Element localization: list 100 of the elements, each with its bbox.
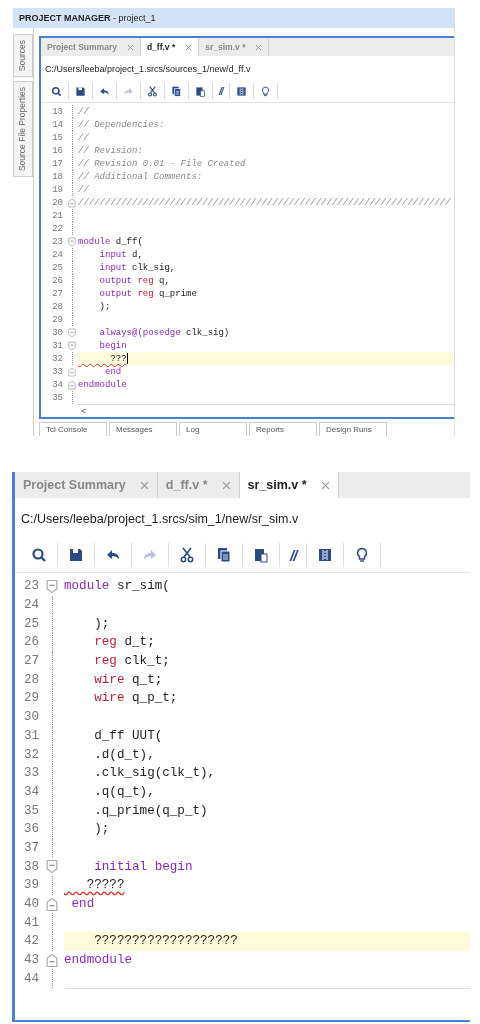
bottom-tab[interactable]: Messages <box>109 422 177 436</box>
code-line: ); <box>93 616 110 631</box>
code-line: begin <box>98 340 127 351</box>
line-number: 34 <box>51 379 64 390</box>
side-tab[interactable]: Source File Properties <box>13 81 33 178</box>
code-line: // Revision 0.01 - File Created <box>78 158 246 169</box>
code-line: // <box>78 132 89 143</box>
code-line: d_ff UUT( <box>93 728 163 743</box>
bottom-tab[interactable]: Log <box>179 422 247 436</box>
line-number: 15 <box>51 132 64 143</box>
file-path: C:/Users/leeba/project_1.srcs/sources_1/new/d_ff.v <box>44 63 252 76</box>
line-number: 38 <box>22 859 40 874</box>
close-icon[interactable] <box>221 480 231 490</box>
line-number: 13 <box>51 106 64 117</box>
bottom-tab[interactable]: Tcl Console <box>39 422 107 436</box>
code-line: module sr_sim( <box>64 579 170 594</box>
line-number: 23 <box>51 236 64 247</box>
bottom-tab[interactable]: Reports <box>249 422 317 436</box>
lightbulb-icon[interactable] <box>259 85 271 97</box>
fold-icon[interactable] <box>68 379 76 390</box>
code-line: .q(q_t), <box>93 784 155 799</box>
line-number: 35 <box>22 803 40 818</box>
bottom-tab[interactable]: Design Runs <box>319 422 387 436</box>
line-number: 22 <box>51 223 64 234</box>
line-number: 43 <box>22 953 40 968</box>
close-icon[interactable] <box>320 480 330 490</box>
code-line: // Revision: <box>78 145 143 156</box>
code-line: endmodule <box>64 953 133 968</box>
fold-icon[interactable] <box>68 197 76 208</box>
fold-icon[interactable] <box>46 896 58 912</box>
paste-icon[interactable] <box>195 85 206 97</box>
code-line: // <box>78 106 89 117</box>
line-number: 44 <box>22 971 40 986</box>
line-number: 24 <box>22 598 40 613</box>
columns-icon[interactable] <box>317 547 334 563</box>
line-number: 33 <box>22 766 40 781</box>
code-line: output reg q, <box>98 275 170 286</box>
comment-button[interactable]: // <box>290 546 297 564</box>
code-line: ); <box>93 822 110 837</box>
code-line: reg d_t; <box>93 635 155 650</box>
fold-icon[interactable] <box>68 236 76 247</box>
line-number: 27 <box>22 654 40 669</box>
line-number: 37 <box>22 840 40 855</box>
close-icon[interactable] <box>185 43 193 51</box>
editor-tab[interactable]: d_ff.v * <box>140 38 200 56</box>
line-number: 36 <box>22 822 40 837</box>
code-line: // Dependencies: <box>78 119 165 130</box>
close-icon[interactable] <box>126 43 134 51</box>
line-number: 32 <box>51 353 64 364</box>
fold-icon[interactable] <box>46 952 58 968</box>
code-line: // <box>78 184 89 195</box>
fold-icon[interactable] <box>68 366 76 377</box>
line-number: 28 <box>22 672 40 687</box>
fold-icon[interactable] <box>68 327 76 338</box>
save-icon[interactable] <box>75 85 86 97</box>
code-line: input d, <box>98 249 143 260</box>
code-line: wire q_t; <box>93 672 163 687</box>
line-number: 42 <box>22 934 40 949</box>
line-number: 28 <box>51 301 64 312</box>
code-line: output reg q_prime <box>98 288 197 299</box>
line-number: 24 <box>51 249 64 260</box>
code-line: module d_ff( <box>78 236 143 247</box>
panel-title: PROJECT MANAGER - project_1 <box>19 13 156 23</box>
editor-tab[interactable]: sr_sim.v * <box>239 472 339 498</box>
close-icon[interactable] <box>139 480 149 490</box>
save-icon[interactable] <box>68 547 84 563</box>
comment-button[interactable]: // <box>219 85 223 97</box>
fold-icon[interactable] <box>46 578 58 594</box>
code-line: .d(d_t), <box>93 747 155 762</box>
code-line: .clk_sig(clk_t), <box>93 766 216 781</box>
search-icon[interactable] <box>31 547 47 563</box>
line-number: 20 <box>51 197 64 208</box>
code-line: ); <box>98 301 111 312</box>
line-number: 25 <box>22 616 40 631</box>
code-line: input clk_sig, <box>98 262 176 273</box>
search-icon[interactable] <box>51 85 62 97</box>
code-line: wire q_p_t; <box>93 691 178 706</box>
undo-icon[interactable] <box>99 85 110 97</box>
close-icon[interactable] <box>255 43 263 51</box>
line-number: 32 <box>22 747 40 762</box>
cut-icon[interactable] <box>179 547 195 563</box>
paste-icon[interactable] <box>253 547 269 563</box>
scroll-left-button[interactable]: < <box>77 406 87 416</box>
line-number: 34 <box>22 784 40 799</box>
side-tab[interactable]: Sources <box>13 34 33 78</box>
line-number: 17 <box>51 158 64 169</box>
line-number: 14 <box>51 119 64 130</box>
code-line: // Additional Comments: <box>78 171 203 182</box>
fold-icon[interactable] <box>68 340 76 351</box>
code-line: reg clk_t; <box>93 654 170 669</box>
copy-icon[interactable] <box>216 547 232 563</box>
columns-icon[interactable] <box>235 85 247 97</box>
code-line: end <box>104 366 122 377</box>
code-line: ??? <box>109 353 127 364</box>
line-number: 19 <box>51 184 64 195</box>
copy-icon[interactable] <box>171 85 182 97</box>
line-number: 29 <box>22 691 40 706</box>
file-path: C:/Users/leeba/project_1.srcs/sim_1/new/sr_sim.v <box>20 511 300 528</box>
cut-icon[interactable] <box>147 85 158 97</box>
fold-icon[interactable] <box>46 859 58 875</box>
